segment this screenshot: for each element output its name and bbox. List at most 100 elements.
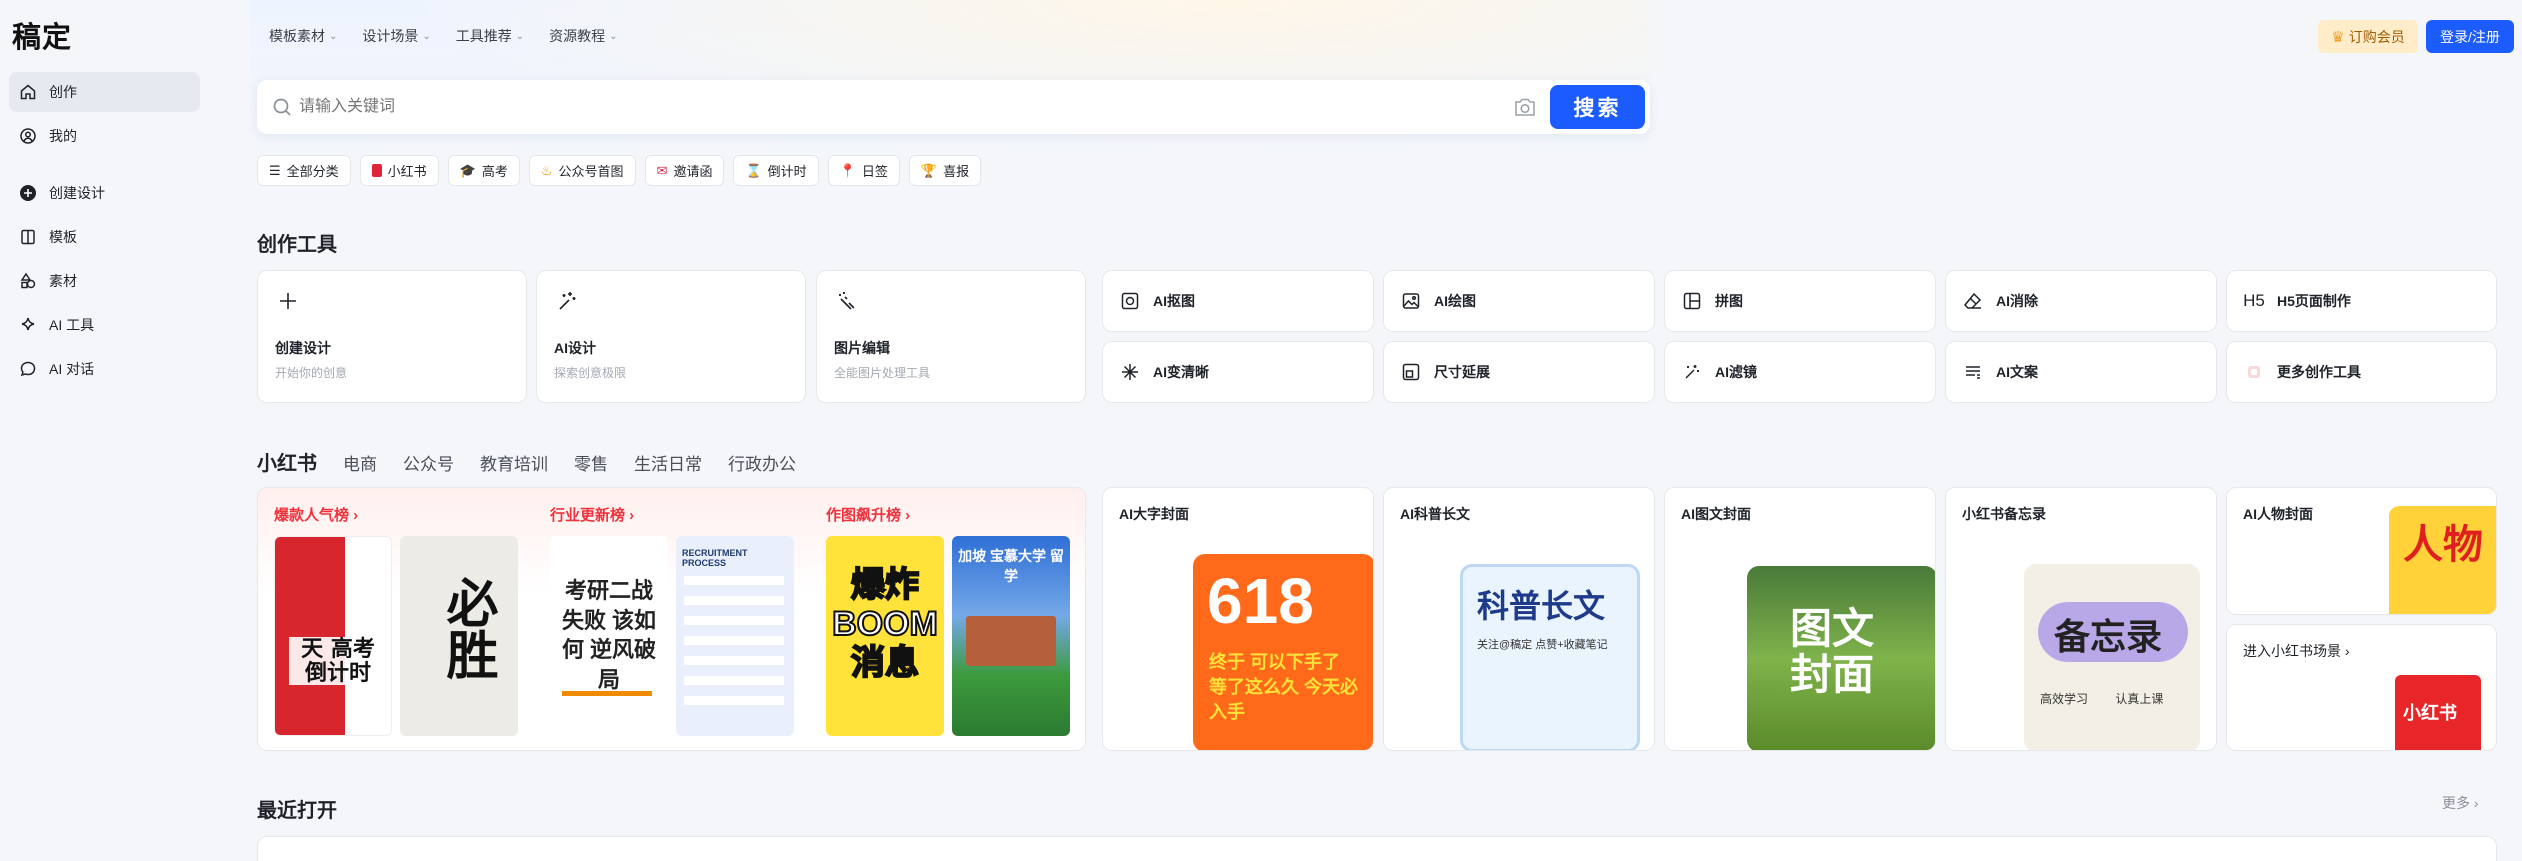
category-tabs: 小红书 电商 公众号 教育培训 零售 生活日常 行政办公 [257,447,796,476]
chevron-down-icon: ⌄ [609,30,618,42]
section-title-recent: 最近打开 [257,800,337,822]
nav-design-scene[interactable]: 设计场景 ⌄ [362,26,430,46]
template-card-ai-portrait-cover[interactable]: AI人物封面 人物 [2226,487,2497,615]
template-thumbnail[interactable]: 爆炸 BOOM 消息 [826,536,944,736]
template-thumbnail[interactable]: 考研二战 失败 该如何 逆风破局 [550,536,668,736]
nav-resource-tutorial[interactable]: 资源教程 ⌄ [549,26,617,46]
tool-ai-copywriting[interactable]: AI文案 [1945,341,2217,403]
tool-collage[interactable]: 拼图 [1664,270,1936,332]
plus-circle-icon [20,185,36,201]
vip-button[interactable]: ♛ 订购会员 [2318,20,2418,53]
tab-wechat[interactable]: 公众号 [403,450,454,475]
graduation-cap-icon: 🎓 [459,162,476,178]
template-card-ai-image-text-cover[interactable]: AI图文封面 图文 封面 [1664,487,1936,751]
user-icon [20,128,36,144]
sidebar-item-label: 创建设计 [49,185,105,201]
template-thumbnail[interactable]: 加坡 宝慕大学 留学 [952,536,1070,736]
nav-tool-recommend[interactable]: 工具推荐 ⌄ [456,26,524,46]
filter-wand-icon [1681,361,1703,383]
chip-daily-sign[interactable]: 📍 日签 [827,155,900,186]
ranking-title[interactable]: 行业更新榜 › [550,504,634,525]
template-thumbnail[interactable]: RECRUITMENT PROCESS [676,536,794,736]
top-nav: 模板素材 ⌄ 设计场景 ⌄ 工具推荐 ⌄ 资源教程 ⌄ [269,26,618,46]
template-icon [21,229,35,245]
template-preview-image: 备忘录 高效学习 认真上课 [2024,564,2200,750]
sidebar-item-label: AI 对话 [49,361,95,377]
template-thumbnail[interactable]: 天 高考 倒计时 [274,536,392,736]
tool-resize[interactable]: 尺寸延展 [1383,341,1655,403]
sidebar-item-mine[interactable]: 我的 [9,116,200,156]
template-preview-image: 618 终于 可以下手了 等了这么久 今天必入手 [1193,554,1373,750]
sidebar: 稿定 创作 我的 创建设计 模板 素材 AI 工具 AI 对话 [0,0,210,861]
ranking-panel: 爆款人气榜 › 天 高考 倒计时 必胜 行业更新榜 › 考研二战 失败 该如何 … [257,487,1086,751]
chip-good-news[interactable]: 🏆 喜报 [908,155,982,186]
shapes-icon [20,272,36,289]
template-preview-image: 科普长文 关注@稿定 点赞+收藏笔记 [1460,564,1640,750]
tool-create-design[interactable]: 创建设计 开始你的创意 [257,270,527,403]
logo[interactable]: 稿定 [12,14,72,56]
image-edit-icon [839,292,855,310]
tab-retail[interactable]: 零售 [574,450,608,475]
template-preview-image: 人物 [2389,506,2496,614]
text-lines-icon [1962,361,1984,383]
sparkle-icon [1119,361,1141,383]
sidebar-item-ai-tools[interactable]: AI 工具 [9,305,200,345]
camera-icon[interactable] [1513,96,1537,118]
sidebar-item-label: 素材 [49,273,77,289]
magic-wand-icon [559,292,576,310]
sidebar-item-material[interactable]: 素材 [9,261,200,301]
tool-ai-cutout[interactable]: AI抠图 [1102,270,1374,332]
ranking-rising: 作图飙升榜 › 爆炸 BOOM 消息 加坡 宝慕大学 留学 [810,488,1085,750]
ranking-title[interactable]: 作图飙升榜 › [826,504,910,525]
login-button[interactable]: 登录/注册 [2426,20,2514,53]
nav-template-material[interactable]: 模板素材 ⌄ [269,26,337,46]
sidebar-item-label: 模板 [49,229,77,245]
tab-xiaohongshu[interactable]: 小红书 [257,447,317,476]
template-thumbnail[interactable]: 必胜 [400,536,518,736]
pin-icon: 📍 [839,162,856,178]
tab-ecommerce[interactable]: 电商 [343,450,377,475]
sidebar-item-label: 创作 [49,84,77,100]
template-card-ai-science-long[interactable]: AI科普长文 科普长文 关注@稿定 点赞+收藏笔记 [1383,487,1655,751]
sidebar-item-label: 我的 [49,128,77,144]
chevron-down-icon: ⌄ [329,30,338,42]
tab-education[interactable]: 教育培训 [480,450,548,475]
chip-gaokao[interactable]: 🎓 高考 [447,155,520,186]
tab-daily-life[interactable]: 生活日常 [634,450,702,475]
tool-h5-page[interactable]: H5 H5页面制作 [2226,270,2497,332]
template-card-xhs-memo[interactable]: 小红书备忘录 备忘录 高效学习 认真上课 [1945,487,2217,751]
plus-icon [280,293,296,309]
ranking-title[interactable]: 爆款人气榜 › [274,504,358,525]
tool-ai-erase[interactable]: AI消除 [1945,270,2217,332]
xhs-scene-link[interactable]: 进入小红书场景 › 小红书 [2226,624,2497,751]
tool-image-edit[interactable]: 图片编辑 全能图片处理工具 [816,270,1086,403]
tool-more[interactable]: 更多创作工具 [2226,341,2497,403]
category-chips: ☰ 全部分类 小红书 🎓 高考 ♨ 公众号首图 ✉ 邀请函 ⌛ 倒计时 📍 日签 🏆 喜报 [257,155,982,186]
sidebar-item-create-design[interactable]: 创建设计 [9,173,200,213]
red-book-image: 小红书 [2395,675,2481,750]
search-icon [273,98,291,116]
search-button[interactable]: 搜索 [1550,85,1645,129]
sidebar-item-template[interactable]: 模板 [9,217,200,257]
chip-invitation[interactable]: ✉ 邀请函 [644,155,725,186]
chip-countdown[interactable]: ⌛ 倒计时 [733,155,819,186]
template-card-ai-big-text-cover[interactable]: AI大字封面 618 终于 可以下手了 等了这么久 今天必入手 [1102,487,1374,751]
chip-xiaohongshu[interactable]: 小红书 [359,155,439,186]
sidebar-item-ai-chat[interactable]: AI 对话 [9,349,200,389]
tab-office[interactable]: 行政办公 [728,450,796,475]
tool-ai-filter[interactable]: AI滤镜 [1664,341,1936,403]
cutout-icon [1119,290,1141,312]
sidebar-item-create[interactable]: 创作 [9,72,200,112]
tool-ai-sharpen[interactable]: AI变清晰 [1102,341,1374,403]
tool-ai-design[interactable]: AI设计 探索创意极限 [536,270,806,403]
search-input[interactable] [299,92,1499,122]
collage-icon [1681,290,1703,312]
red-book-icon [371,164,382,177]
tool-ai-drawing[interactable]: AI绘图 [1383,270,1655,332]
search-bar: 搜索 [257,80,1650,134]
chip-wechat-cover[interactable]: ♨ 公众号首图 [528,155,636,186]
more-link[interactable]: 更多 › [2442,793,2479,813]
chip-all-categories[interactable]: ☰ 全部分类 [257,155,351,186]
eraser-icon [1962,290,1984,312]
chevron-down-icon: ⌄ [515,30,525,42]
